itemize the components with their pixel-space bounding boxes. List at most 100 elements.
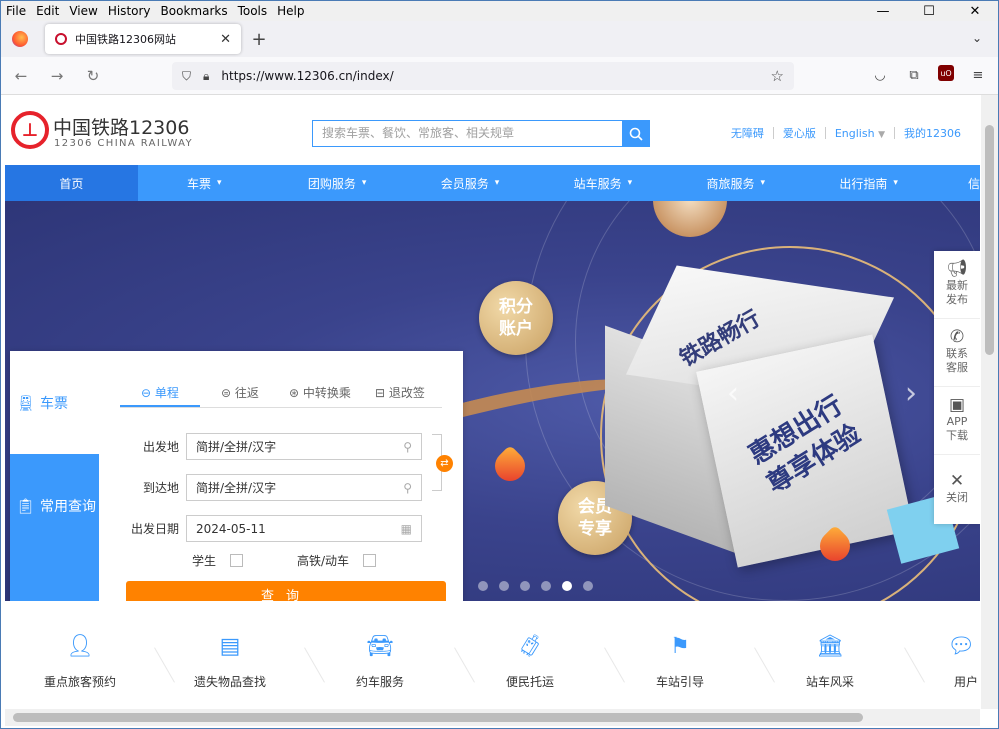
minimize-button[interactable]: — (860, 1, 906, 21)
train-icon: 🚆︎ (16, 393, 36, 412)
nav-tickets[interactable]: 车票 ▾ (138, 165, 271, 201)
my-12306-link[interactable]: 我的12306 (895, 125, 970, 141)
menu-file[interactable]: File (1, 4, 31, 18)
tracking-shield-icon[interactable]: ⛉ (182, 69, 191, 84)
bookmark-star-icon[interactable]: ☆ (771, 67, 784, 85)
service-label: 遗失物品查找 (193, 675, 266, 689)
nav-label: 首页 (59, 176, 84, 191)
search-button[interactable] (622, 121, 649, 146)
menu-view[interactable]: View (64, 4, 102, 18)
promo-banner[interactable]: 积分账户 会员专享 铁路畅行 惠想出行 尊享体验 ‹ › 🚆︎ 车票 📋︎ 常用查询 (5, 201, 980, 601)
list-tabs-icon[interactable]: ⌄ (972, 31, 982, 45)
care-version-link[interactable]: 爱心版 (774, 125, 825, 141)
app-download-button[interactable]: ▣ APP下载 (934, 387, 980, 455)
tab-title: 中国铁路12306网站 (75, 33, 176, 46)
menu-help[interactable]: Help (272, 4, 309, 18)
banner-prev-icon[interactable]: ‹ (727, 376, 739, 411)
nav-travel-guide[interactable]: 出行指南 ▾ (802, 165, 935, 201)
vertical-scrollbar[interactable] (981, 95, 998, 709)
swap-stations-button[interactable]: ⇄ (436, 455, 453, 472)
service-station-guide[interactable]: ⚑ 车站引导 (605, 615, 775, 709)
tab-refund-change[interactable]: ⊟ 退改签 (360, 384, 440, 407)
lost-items-icon: ▤ (219, 633, 241, 659)
tab-label: 中转换乘 (302, 386, 351, 400)
nav-station-service[interactable]: 站车服务 ▾ (536, 165, 669, 201)
nav-member-service[interactable]: 会员服务 ▾ (404, 165, 537, 201)
logo-title[interactable]: 中国铁路12306 (53, 113, 189, 140)
tab-meal-order[interactable]: ⛺︎ 订餐 (10, 557, 99, 601)
float-label: APP下载 (946, 415, 968, 442)
carousel-dot[interactable] (541, 581, 551, 591)
railway-logo-icon[interactable]: ⊥ (11, 111, 49, 149)
service-car-booking[interactable]: 🚘︎ 约车服务 (305, 615, 475, 709)
address-bar[interactable]: ⛉ 🔒︎ https://www.12306.cn/index/ ☆ (172, 62, 794, 90)
url-text[interactable]: https://www.12306.cn/index/ (221, 69, 770, 83)
to-row: 到达地 简拼/全拼/汉字 ⚲ (120, 474, 422, 501)
maximize-button[interactable]: ☐ (906, 1, 952, 21)
service-priority-passenger[interactable]: 👤︎ 重点旅客预约 (5, 615, 175, 709)
menu-history[interactable]: History (103, 4, 156, 18)
reload-button[interactable]: ↻ (77, 60, 109, 92)
tab-one-way[interactable]: ⊖ 单程 (120, 384, 200, 407)
carousel-dot[interactable] (520, 581, 530, 591)
close-float-button[interactable]: ✕ 关闭 (934, 455, 980, 523)
tab-round-trip[interactable]: ⊜ 往返 (200, 384, 280, 407)
extensions-icon[interactable]: ⧉ (904, 65, 924, 85)
student-option: 学生 (192, 552, 244, 569)
to-station-input[interactable]: 简拼/全拼/汉字 ⚲ (186, 474, 422, 501)
close-window-button[interactable]: ✕ (952, 1, 998, 21)
header-links: 无障碍 爱心版 English ▼ 我的12306 (722, 125, 970, 141)
from-label: 出发地 (142, 440, 179, 454)
student-checkbox[interactable] (230, 554, 244, 567)
latest-news-button[interactable]: 📢︎ 最新发布 (934, 251, 980, 319)
pocket-icon[interactable]: ◡ (870, 65, 890, 85)
service-luggage[interactable]: 🧳︎ 便民托运 (455, 615, 625, 709)
scroll-thumb[interactable] (13, 713, 863, 722)
float-label: 联系客服 (946, 347, 968, 374)
menu-tools[interactable]: Tools (233, 4, 273, 18)
nav-home[interactable]: 首页 (5, 165, 138, 201)
ublock-origin-icon[interactable]: uO (938, 65, 954, 81)
scroll-thumb[interactable] (985, 125, 994, 355)
service-station-showcase[interactable]: 🏛︎ 站车风采 (755, 615, 925, 709)
language-label: English (834, 126, 875, 140)
new-tab-button[interactable]: + (241, 29, 277, 50)
accessibility-link[interactable]: 无障碍 (722, 125, 773, 141)
nav-business-travel[interactable]: 商旅服务 ▾ (669, 165, 802, 201)
service-lost-found[interactable]: ▤ 遗失物品查找 (155, 615, 325, 709)
banner-next-icon[interactable]: › (905, 376, 917, 411)
nav-group-service[interactable]: 团购服务 ▾ (271, 165, 404, 201)
customer-service-button[interactable]: ✆ 联系客服 (934, 319, 980, 387)
tab-common-query[interactable]: 📋︎ 常用查询 (10, 454, 99, 557)
carousel-dot[interactable] (499, 581, 509, 591)
browser-tab[interactable]: 中国铁路12306网站 ✕ (45, 24, 241, 54)
date-label: 出发日期 (130, 522, 179, 536)
highspeed-checkbox[interactable] (363, 554, 377, 567)
carousel-dot[interactable] (583, 581, 593, 591)
chevron-down-icon: ▼ (878, 129, 885, 140)
tab-close-icon[interactable]: ✕ (220, 32, 231, 47)
tab-label: 往返 (234, 386, 259, 400)
menu-edit[interactable]: Edit (31, 4, 64, 18)
forward-button[interactable]: → (41, 60, 73, 92)
search-input[interactable]: 搜索车票、餐饮、常旅客、相关规章 (313, 121, 622, 146)
departure-date-input[interactable]: 2024-05-11 ▦ (186, 515, 422, 542)
app-menu-icon[interactable]: ≡ (968, 65, 988, 85)
service-user[interactable]: 💬︎ 用户 (905, 615, 980, 709)
nav-label: 出行指南 (839, 176, 888, 191)
tab-transfer[interactable]: ⊛ 中转换乘 (280, 384, 360, 407)
carousel-dot[interactable] (478, 581, 488, 591)
main-nav: 首页 车票 ▾ 团购服务 ▾ 会员服务 ▾ 站车服务 ▾ 商旅服务 ▾ 出行指南 ▾ 信 (5, 165, 980, 201)
query-button[interactable]: 查询 (126, 581, 446, 601)
horizontal-scrollbar[interactable] (5, 709, 980, 726)
site-search: 搜索车票、餐饮、常旅客、相关规章 (312, 120, 650, 147)
from-station-input[interactable]: 简拼/全拼/汉字 ⚲ (186, 433, 422, 460)
language-link[interactable]: English ▼ (826, 127, 894, 140)
back-button[interactable]: ← (5, 60, 37, 92)
carousel-dot-active[interactable] (562, 581, 572, 591)
tab-tickets[interactable]: 🚆︎ 车票 (10, 351, 99, 454)
menu-bookmarks[interactable]: Bookmarks (156, 4, 233, 18)
nav-info[interactable]: 信 (935, 165, 980, 201)
lock-icon[interactable]: 🔒︎ (203, 69, 209, 84)
firefox-view-button[interactable] (1, 21, 39, 57)
